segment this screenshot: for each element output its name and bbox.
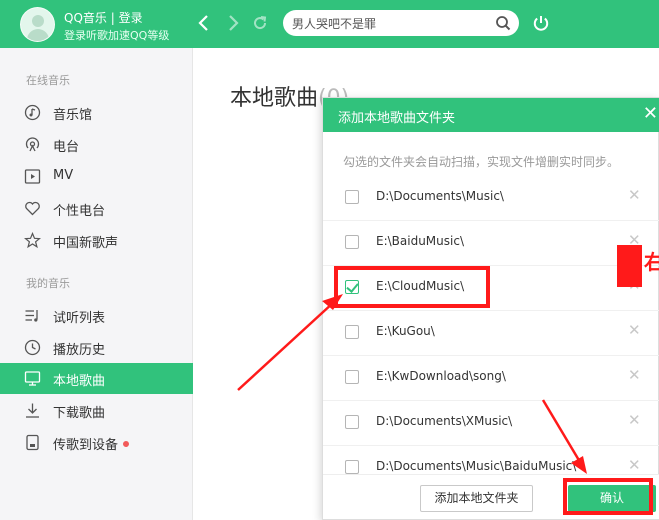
arrow-to-folder [237,294,343,391]
arrow-to-confirm [541,399,587,474]
annotation-arrows [237,294,587,474]
